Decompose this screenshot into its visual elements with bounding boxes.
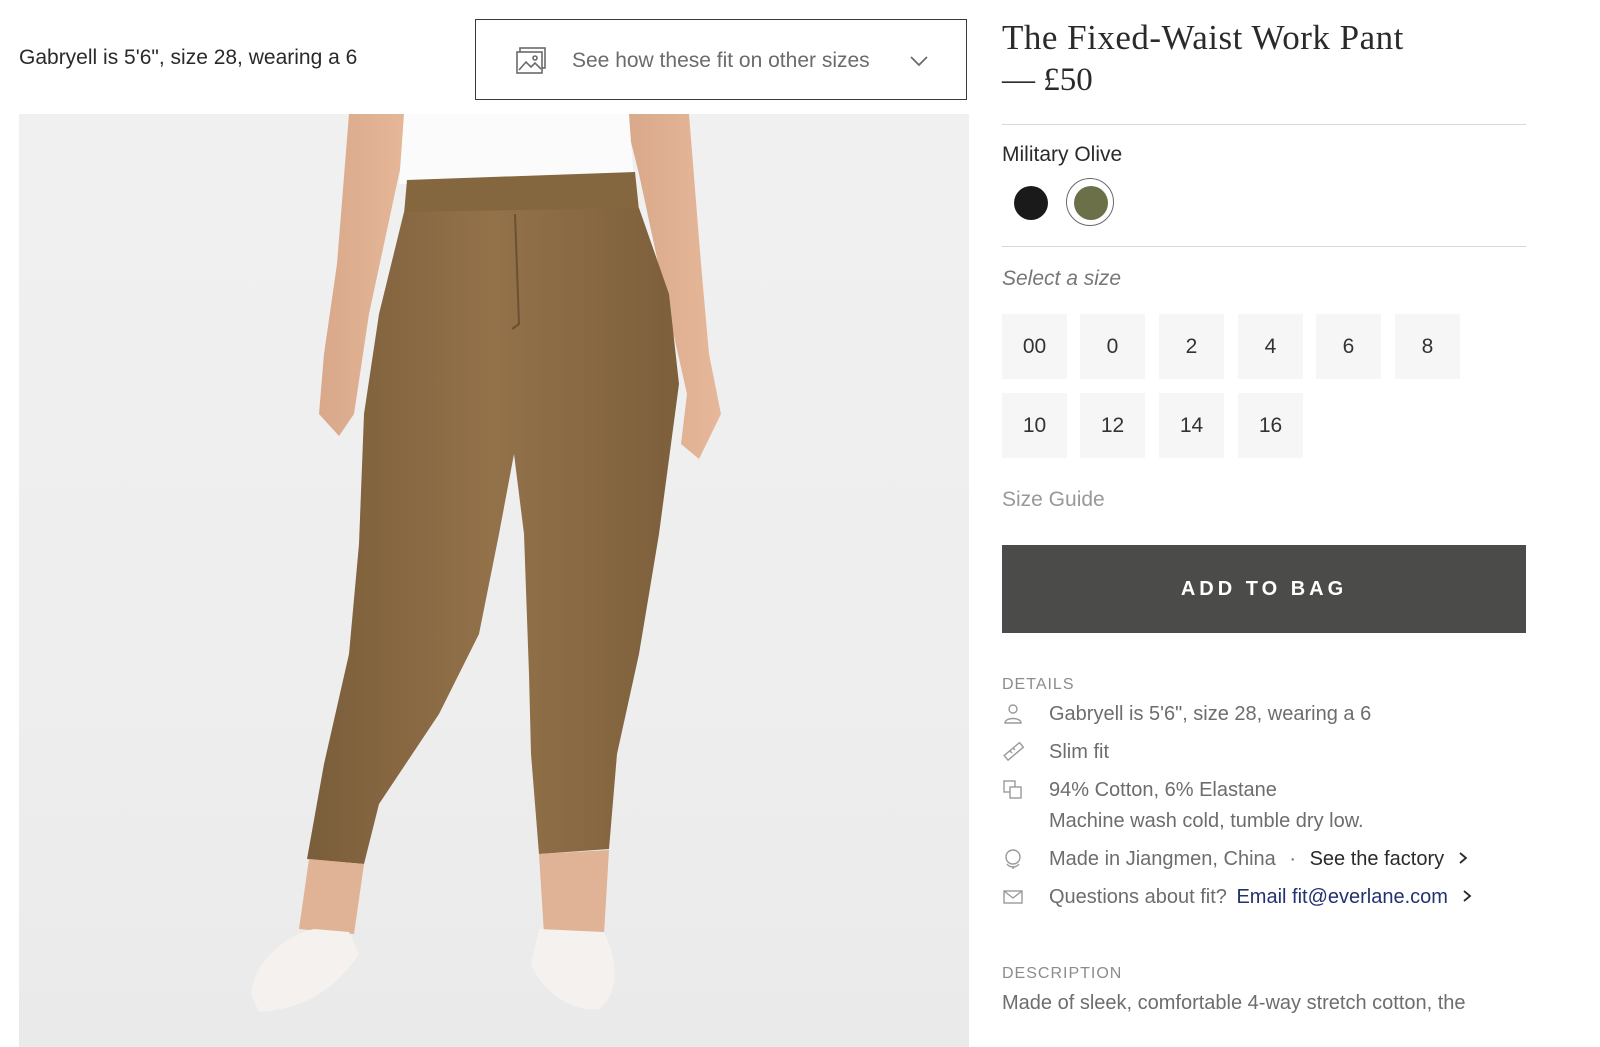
color-swatch-black[interactable]	[1014, 186, 1048, 220]
divider	[1002, 246, 1526, 247]
see-factory-link[interactable]: See the factory	[1310, 848, 1445, 870]
fabric-layers-icon	[1002, 779, 1024, 807]
envelope-icon	[1002, 886, 1024, 914]
separator-dot: ·	[1289, 848, 1297, 870]
detail-model: Gabryell is 5'6", size 28, wearing a 6	[1002, 703, 1526, 729]
size-button-14[interactable]: 14	[1159, 393, 1224, 458]
add-to-bag-button[interactable]: ADD TO BAG	[1002, 545, 1526, 633]
email-fit-link[interactable]: Email fit@everlane.com	[1236, 886, 1447, 908]
fit-dropdown-label: See how these fit on other sizes	[572, 49, 870, 72]
detail-made-in: Made in Jiangmen, China · See the factor…	[1002, 848, 1526, 874]
product-photo[interactable]	[19, 114, 969, 1047]
size-button-12[interactable]: 12	[1080, 393, 1145, 458]
model-fit-note: Gabryell is 5'6", size 28, wearing a 6	[19, 46, 358, 69]
color-swatch-military-olive[interactable]	[1074, 186, 1108, 220]
product-price: — £50	[1002, 62, 1093, 98]
chevron-right-icon	[1458, 848, 1468, 870]
divider	[1002, 124, 1526, 125]
chevron-right-icon	[1462, 886, 1472, 908]
description-text: Made of sleek, comfortable 4-way stretch…	[1002, 992, 1466, 1014]
person-icon	[1002, 703, 1024, 731]
made-in-text: Made in Jiangmen, China	[1049, 848, 1276, 870]
detail-questions: Questions about fit? Email fit@everlane.…	[1002, 886, 1526, 912]
chevron-down-icon	[910, 54, 928, 72]
size-button-2[interactable]: 2	[1159, 314, 1224, 379]
size-button-4[interactable]: 4	[1238, 314, 1303, 379]
detail-fabric: 94% Cotton, 6% Elastane	[1002, 779, 1526, 805]
questions-text: Questions about fit?	[1049, 886, 1227, 908]
size-button-6[interactable]: 6	[1316, 314, 1381, 379]
fit-on-other-sizes-dropdown[interactable]: See how these fit on other sizes	[475, 19, 967, 100]
model-wearing-pant-image	[251, 114, 721, 1012]
image-gallery-icon	[516, 47, 546, 80]
description-heading: DESCRIPTION	[1002, 965, 1123, 982]
size-button-16[interactable]: 16	[1238, 393, 1303, 458]
details-heading: DETAILS	[1002, 676, 1075, 693]
size-button-0[interactable]: 0	[1080, 314, 1145, 379]
product-title: The Fixed-Waist Work Pant	[1002, 18, 1404, 57]
select-size-label: Select a size	[1002, 267, 1122, 290]
globe-icon	[1002, 848, 1024, 876]
detail-fit: Slim fit	[1002, 741, 1526, 767]
selected-color-name: Military Olive	[1002, 143, 1123, 166]
ruler-icon	[1002, 741, 1025, 769]
size-guide-link[interactable]: Size Guide	[1002, 488, 1105, 512]
size-button-10[interactable]: 10	[1002, 393, 1067, 458]
size-button-00[interactable]: 00	[1002, 314, 1067, 379]
size-button-8[interactable]: 8	[1395, 314, 1460, 379]
detail-care: Machine wash cold, tumble dry low.	[1049, 810, 1364, 832]
